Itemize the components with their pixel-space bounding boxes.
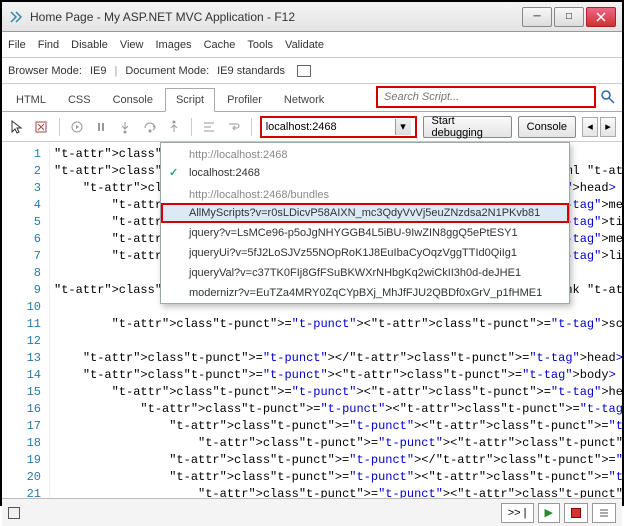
menu-view[interactable]: View (120, 39, 144, 51)
script-selector[interactable]: localhost:2468 ▾ (260, 116, 417, 138)
toolbar: localhost:2468 ▾ Start debugging Console… (2, 112, 622, 142)
nav-next-icon[interactable]: ▸ (600, 117, 616, 137)
dropdown-group-1: http://localhost:2468 (161, 143, 569, 163)
wrap-icon[interactable] (224, 117, 242, 137)
nav-prev-icon[interactable]: ◂ (582, 117, 598, 137)
tab-css[interactable]: CSS (58, 89, 101, 111)
tab-profiler[interactable]: Profiler (217, 89, 272, 111)
menu-disable[interactable]: Disable (71, 39, 108, 51)
stop-icon (571, 508, 581, 518)
window-controls: ─ □ (520, 7, 616, 27)
browser-mode-value[interactable]: IE9 (90, 65, 107, 77)
tab-network[interactable]: Network (274, 89, 334, 111)
script-selector-value: localhost:2468 (266, 121, 337, 133)
title-bar: Home Page - My ASP.NET MVC Application -… (2, 2, 622, 32)
menu-cache[interactable]: Cache (204, 39, 236, 51)
menu-tools[interactable]: Tools (247, 39, 273, 51)
step-out-icon[interactable] (165, 117, 183, 137)
chevron-down-icon: ▾ (395, 119, 411, 135)
status-bar: >> | ▶ (2, 498, 622, 526)
start-debugging-button[interactable]: Start debugging (423, 116, 512, 138)
menu-bar: File Find Disable View Images Cache Tool… (2, 32, 622, 58)
format-icon[interactable] (200, 117, 218, 137)
menu-find[interactable]: Find (38, 39, 59, 51)
pause-icon[interactable] (92, 117, 110, 137)
maximize-button[interactable]: □ (554, 7, 584, 27)
menu-images[interactable]: Images (155, 39, 191, 51)
step-over-icon[interactable] (141, 117, 159, 137)
line-gutter: 123456789101112131415161718192021 (2, 142, 50, 498)
console-button[interactable]: Console (518, 116, 576, 138)
status-box-icon[interactable] (8, 507, 20, 519)
dropdown-item[interactable]: jquery?v=LsMCe96-p5oJgNHYGGB4L5iBU-9IwZI… (161, 223, 569, 243)
nav-arrows: ◂ ▸ (582, 117, 616, 137)
mode-icon[interactable] (297, 65, 311, 77)
minimize-button[interactable]: ─ (522, 7, 552, 27)
browser-mode-label: Browser Mode: (8, 65, 82, 77)
app-icon (8, 9, 24, 25)
tab-html[interactable]: HTML (6, 89, 56, 111)
search-wrap (376, 86, 616, 108)
check-icon: ✓ (169, 166, 178, 179)
menu-validate[interactable]: Validate (285, 39, 324, 51)
tab-console[interactable]: Console (103, 89, 163, 111)
dropdown-item[interactable]: jqueryVal?v=c37TK0FIj8GfFSuBKWXrNHbgKq2w… (161, 263, 569, 283)
document-mode-label: Document Mode: (125, 65, 209, 77)
window-title: Home Page - My ASP.NET MVC Application -… (30, 10, 520, 24)
mode-bar: Browser Mode: IE9 | Document Mode: IE9 s… (2, 58, 622, 84)
search-input[interactable] (376, 86, 596, 108)
document-mode-value[interactable]: IE9 standards (217, 65, 285, 77)
cursor-icon[interactable] (8, 117, 26, 137)
dropdown-item[interactable]: AllMyScripts?v=r0sLDicvP58AIXN_mc3QdyVvV… (161, 203, 569, 223)
script-dropdown: http://localhost:2468 ✓ localhost:2468 h… (160, 142, 570, 304)
search-icon[interactable] (600, 89, 616, 105)
tab-script[interactable]: Script (165, 88, 215, 112)
dropdown-group-2: http://localhost:2468/bundles (161, 183, 569, 203)
dropdown-item[interactable]: ✓ localhost:2468 (161, 163, 569, 183)
editor: 123456789101112131415161718192021 "t-att… (2, 142, 622, 498)
step-into-icon[interactable] (116, 117, 134, 137)
dropdown-item[interactable]: modernizr?v=EuTZa4MRY0ZqCYpBXj_MhJfFJU2Q… (161, 283, 569, 303)
close-button[interactable] (586, 7, 616, 27)
clear-icon[interactable] (32, 117, 50, 137)
dropdown-item[interactable]: jqueryUi?v=5fJ2LoSJVz55NOpRoK1J8EuIbaCyO… (161, 243, 569, 263)
menu-file[interactable]: File (8, 39, 26, 51)
tab-bar: HTML CSS Console Script Profiler Network (2, 84, 622, 112)
play-icon[interactable] (68, 117, 86, 137)
